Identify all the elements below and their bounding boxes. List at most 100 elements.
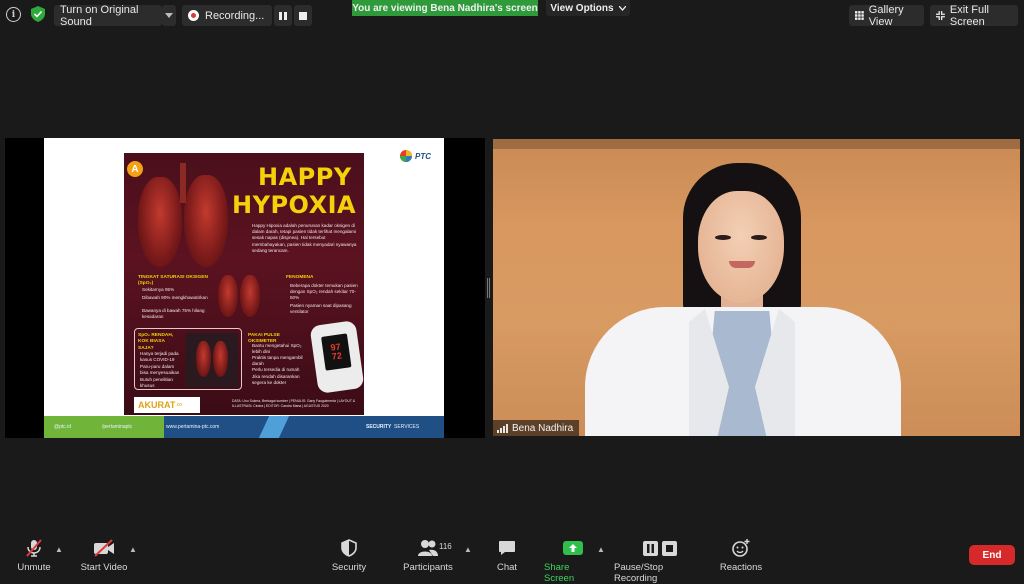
hypoxia-poster: A HAPPY HYPOXIA Happy Hipoxia adalah pen… bbox=[124, 153, 364, 415]
saturation-item: Dibawah 90% mengkhawatirkan bbox=[142, 295, 208, 300]
security-label: Security bbox=[331, 562, 367, 573]
pause-stop-recording-label: Pause/Stop Recording bbox=[614, 562, 664, 584]
poster-title-happy: HAPPY bbox=[258, 163, 352, 191]
stop-recording-button[interactable] bbox=[294, 5, 312, 26]
original-sound-menu[interactable] bbox=[162, 5, 176, 26]
recording-indicator: Recording... bbox=[182, 5, 272, 26]
original-sound-label: Turn on Original Sound bbox=[60, 3, 139, 28]
saturation-item: Sekitarnya 95% bbox=[142, 287, 175, 292]
saturation-heading: TINGKAT SATURASI OKSIGEN (SpO₂) bbox=[138, 275, 208, 287]
participant-eye bbox=[715, 235, 731, 240]
pause-icon bbox=[643, 540, 658, 556]
xray-illustration bbox=[186, 333, 238, 387]
oximeter-item: Perlu tersedia di rumah bbox=[252, 367, 300, 372]
reactions-label: Reactions bbox=[719, 562, 763, 573]
participants-label: Participants bbox=[403, 562, 453, 573]
phenomenon-heading: FENOMENA bbox=[286, 275, 314, 280]
chat-button[interactable]: Chat bbox=[494, 538, 520, 573]
reactions-button[interactable]: Reactions bbox=[719, 538, 763, 573]
share-screen-icon bbox=[563, 541, 583, 555]
view-options-label: View Options bbox=[550, 2, 614, 14]
pause-icon bbox=[279, 11, 287, 20]
end-meeting-button[interactable]: End bbox=[969, 545, 1015, 565]
shared-slide: PTC A HAPPY HYPOXIA Happy Hipoxia adalah… bbox=[44, 138, 444, 438]
signal-strength-icon bbox=[497, 423, 508, 433]
pause-recording-button[interactable] bbox=[274, 5, 292, 26]
participant-face bbox=[698, 191, 784, 303]
unmute-label: Unmute bbox=[17, 562, 51, 573]
participant-name-label: Bena Nadhira bbox=[493, 420, 580, 436]
pause-stop-recording-button[interactable]: Pause/Stop Recording bbox=[614, 538, 706, 584]
participants-icon bbox=[418, 540, 438, 556]
microphone-muted-icon bbox=[26, 539, 42, 557]
chat-label: Chat bbox=[496, 562, 518, 573]
brand-suffix: .co bbox=[175, 402, 182, 408]
share-screen-label: Share Screen bbox=[544, 562, 575, 584]
spo2-item: Butuh penelitian khusus bbox=[140, 377, 173, 389]
stop-icon bbox=[662, 540, 677, 556]
poster-title-hypoxia: HYPOXIA bbox=[232, 191, 357, 219]
oximeter-item: Bantu mengetahui SpO₂ lebih dini bbox=[252, 343, 302, 355]
record-icon bbox=[188, 10, 199, 21]
video-options-caret[interactable]: ▲ bbox=[129, 545, 137, 554]
video-off-icon bbox=[94, 539, 114, 557]
lung-illustration-left bbox=[138, 177, 182, 267]
audio-options-caret[interactable]: ▲ bbox=[55, 545, 63, 554]
footer-facebook: /pertaminaptc bbox=[102, 424, 133, 430]
spo2-heading: SpO₂ RENDAH, KOK BIASA SAJA? bbox=[138, 333, 174, 351]
viewing-banner: You are viewing Bena Nadhira's screen bbox=[352, 0, 538, 16]
poster-credits: DATA: Unu Sukma, Berbagai sumber | PENUL… bbox=[232, 399, 356, 408]
pulse-oximeter-illustration: 97 72 bbox=[309, 320, 364, 394]
footer-services: SERVICES bbox=[394, 424, 420, 430]
exit-fullscreen-icon bbox=[936, 11, 945, 20]
oximeter-item: Jika rendah disarankan segera ke dokter bbox=[252, 374, 300, 386]
grid-icon bbox=[855, 11, 864, 20]
phenomenon-item: Pasien nyaman saat dipasang ventilator bbox=[290, 303, 352, 315]
share-options-caret[interactable]: ▲ bbox=[597, 545, 605, 554]
footer-instagram: @ptc.id bbox=[54, 424, 72, 430]
brand-name: AKURAT bbox=[138, 400, 176, 410]
phenomenon-item: Beberapa dokter temukan pasien dengan Sp… bbox=[290, 283, 358, 301]
chat-icon bbox=[499, 541, 515, 555]
shield-check-icon bbox=[31, 6, 45, 22]
spo2-item: Paru-paru dalam bisa menyesuaikan bbox=[140, 364, 180, 376]
oximeter-reading-bottom: 72 bbox=[331, 350, 343, 362]
exit-fullscreen-label: Exit Full Screen bbox=[949, 3, 989, 28]
start-video-button[interactable]: Start Video bbox=[80, 538, 128, 573]
akurat-badge: A bbox=[127, 161, 143, 177]
gallery-view-button[interactable]: Gallery View bbox=[849, 3, 924, 28]
info-icon: i bbox=[6, 7, 21, 22]
footer-website: www.pertamina-ptc.com bbox=[166, 424, 220, 430]
security-button[interactable]: Security bbox=[330, 538, 368, 573]
spo2-item: Hanya terjadi pada kasus COVID-19 bbox=[140, 351, 179, 363]
participant-mouth bbox=[729, 261, 755, 268]
shield-icon bbox=[341, 539, 357, 557]
trachea-illustration bbox=[180, 163, 186, 203]
ptc-logo: PTC bbox=[399, 149, 431, 163]
ptc-logo-icon bbox=[400, 150, 412, 162]
info-button[interactable]: i bbox=[6, 7, 21, 22]
exit-fullscreen-button[interactable]: Exit Full Screen bbox=[930, 3, 1018, 28]
security-status[interactable] bbox=[31, 6, 45, 27]
chevron-down-icon bbox=[165, 13, 173, 18]
view-options-button[interactable]: View Options bbox=[546, 0, 630, 16]
footer-security: SECURITY bbox=[366, 424, 392, 430]
participants-count: 116 bbox=[439, 542, 452, 551]
stop-icon bbox=[299, 11, 307, 20]
gallery-view-label: Gallery View bbox=[868, 3, 904, 28]
original-sound-button[interactable]: Turn on Original Sound bbox=[54, 3, 162, 28]
unmute-button[interactable]: Unmute bbox=[14, 538, 54, 573]
participant-video[interactable]: Bena Nadhira bbox=[493, 139, 1020, 436]
participants-options-caret[interactable]: ▲ bbox=[464, 545, 472, 554]
panel-resize-handle[interactable] bbox=[487, 278, 490, 298]
oximeter-item: Praktis tanpa mengambil darah bbox=[252, 355, 303, 367]
small-lung-illustration bbox=[240, 275, 260, 317]
chevron-down-icon bbox=[618, 5, 626, 11]
akurat-brand: AKURAT .co bbox=[134, 397, 200, 413]
ptc-logo-text: PTC bbox=[415, 151, 431, 161]
participant-name: Bena Nadhira bbox=[512, 422, 574, 434]
small-lung-illustration bbox=[218, 275, 238, 317]
participant-eye bbox=[751, 235, 767, 240]
share-screen-button[interactable]: Share Screen bbox=[544, 538, 602, 584]
lung-illustration-right bbox=[184, 175, 228, 267]
